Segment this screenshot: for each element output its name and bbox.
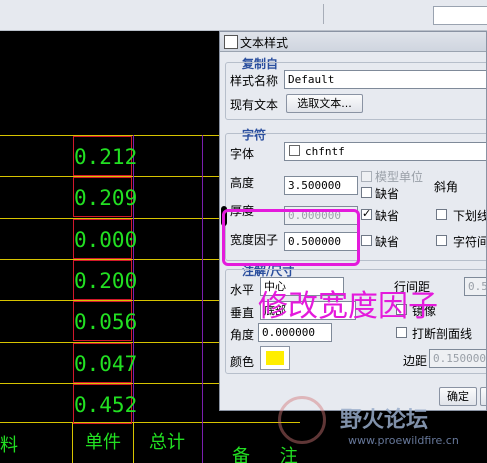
- color-label: 颜色: [230, 355, 255, 369]
- toolbar-field[interactable]: [433, 6, 487, 25]
- height-label: 高度: [230, 176, 255, 190]
- height-input[interactable]: 3.500000: [284, 176, 358, 195]
- model-unit-label: 模型单位: [375, 170, 424, 184]
- font-value: chfntf: [305, 145, 345, 158]
- model-unit-checkbox[interactable]: [361, 171, 372, 182]
- toolbar-separator: [323, 4, 324, 24]
- width-factor-highlight: [222, 209, 360, 266]
- table-footer-material: 料: [0, 435, 18, 456]
- width-factor-default-label: 缺省: [375, 235, 400, 249]
- table-footer-total: 总计: [149, 432, 185, 453]
- thickness-default-checkbox[interactable]: [361, 207, 372, 220]
- underline-label: 下划线: [453, 209, 487, 223]
- vertical-label: 垂直: [230, 306, 255, 320]
- font-dropdown[interactable]: chfntf: [284, 142, 486, 161]
- color-swatch-button[interactable]: [260, 346, 290, 370]
- angle-label: 角度: [230, 328, 255, 342]
- width-factor-default-checkbox[interactable]: [361, 235, 372, 246]
- window-icon: [224, 35, 238, 49]
- char-spacing-label: 字符间: [453, 235, 487, 249]
- slant-label: 斜角: [434, 180, 459, 194]
- existing-text-label: 现有文本: [230, 98, 279, 112]
- watermark-logo-icon: [278, 396, 326, 444]
- margin-input[interactable]: 0.150000: [429, 349, 486, 368]
- annotation-text: 修改宽度因子: [258, 289, 438, 324]
- watermark-url: www.proewildfire.cn: [348, 434, 459, 447]
- font-label: 字体: [230, 147, 255, 161]
- dialog-titlebar[interactable]: 文本样式: [220, 32, 486, 52]
- table-line: [72, 422, 73, 463]
- horizontal-label: 水平: [230, 283, 255, 297]
- select-text-button[interactable]: 选取文本...: [286, 94, 363, 113]
- table-cell-value: 0.200: [73, 260, 137, 300]
- table-line: [0, 422, 300, 423]
- margin-label: 边距: [403, 354, 428, 368]
- angle-input[interactable]: 0.000000: [258, 323, 332, 342]
- style-name-input[interactable]: Default: [284, 70, 486, 89]
- table-line: [202, 135, 203, 463]
- color-fill: [266, 351, 284, 365]
- table-cell-value: 0.000: [73, 219, 137, 259]
- table-cell-value: 0.056: [73, 301, 137, 341]
- break-hatch-checkbox[interactable]: [396, 327, 407, 338]
- char-spacing-checkbox[interactable]: [436, 235, 447, 246]
- dialog-title: 文本样式: [240, 36, 289, 50]
- height-default-checkbox[interactable]: [361, 187, 372, 198]
- underline-checkbox[interactable]: [436, 209, 447, 220]
- top-toolbar: [0, 0, 487, 31]
- watermark-title: 野火论坛: [340, 408, 429, 433]
- break-hatch-label: 打断剖面线: [412, 327, 473, 341]
- table-cell-value: 0.209: [73, 177, 137, 217]
- style-name-label: 样式名称: [230, 74, 279, 88]
- line-spacing-input[interactable]: 0.5: [464, 277, 486, 296]
- table-footer-unit: 单件: [85, 432, 121, 453]
- watermark: 野火论坛 www.proewildfire.cn: [278, 394, 487, 463]
- table-cell-value: 0.047: [73, 343, 137, 383]
- table-cell-value: 0.452: [73, 384, 137, 424]
- table-cell-value: 0.212: [73, 136, 137, 176]
- height-default-label: 缺省: [375, 187, 400, 201]
- thickness-default-label: 缺省: [375, 209, 400, 223]
- table-line: [133, 422, 134, 463]
- font-icon: [289, 145, 300, 156]
